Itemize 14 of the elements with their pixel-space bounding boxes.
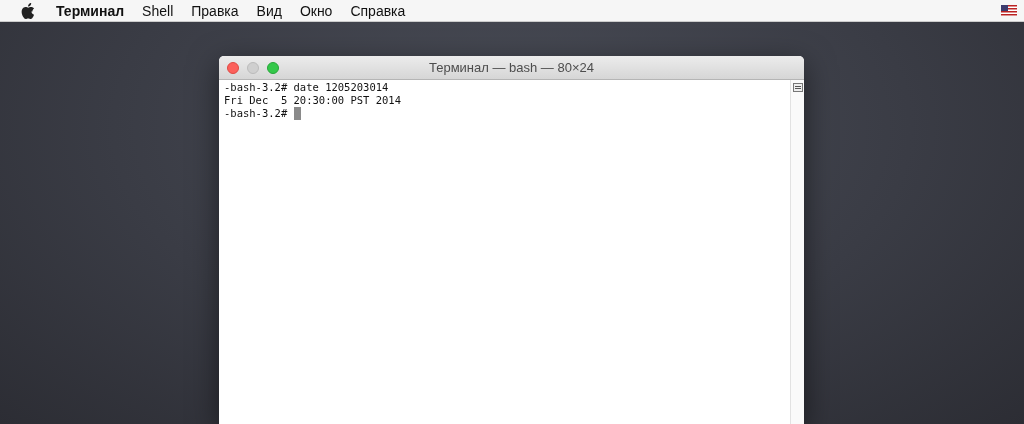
menu-item[interactable]: Терминал <box>47 0 134 22</box>
menu-item[interactable]: Shell <box>133 0 183 22</box>
menu-item[interactable]: Правка <box>182 0 248 22</box>
list-icon[interactable] <box>792 83 803 92</box>
terminal-line: -bash-3.2# <box>224 107 289 119</box>
menu-item[interactable]: Вид <box>247 0 291 22</box>
terminal-line: -bash-3.2# date 1205203014 <box>224 81 389 93</box>
terminal-line: Fri Dec 5 20:30:00 PST 2014 <box>224 94 401 106</box>
close-button[interactable] <box>227 62 239 74</box>
menu-item[interactable]: Окно <box>290 0 342 22</box>
menu-item[interactable]: Справка <box>341 0 415 22</box>
flag-icon[interactable] <box>1001 5 1017 16</box>
apple-icon[interactable] <box>21 2 35 19</box>
window-title: Терминал — bash — 80×24 <box>429 58 594 77</box>
